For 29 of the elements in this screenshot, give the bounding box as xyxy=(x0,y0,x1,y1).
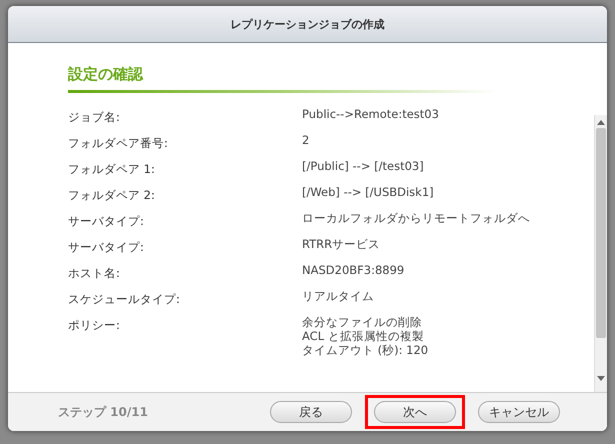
step-indicator: ステップ 10/11 xyxy=(58,404,149,420)
field-value: [/Web] --> [/USBDisk1] xyxy=(302,185,434,199)
dialog-button[interactable]: キャンセル xyxy=(478,401,560,423)
field-value: 2 xyxy=(302,133,310,147)
window-title: レプリケーションジョブの作成 xyxy=(8,6,607,43)
section-title: 設定の確認 xyxy=(68,65,144,85)
field-value: RTRRサービス xyxy=(302,237,380,251)
field-label: サーバタイプ: xyxy=(68,239,145,256)
field-value: ローカルフォルダからリモートフォルダへ xyxy=(302,211,530,225)
dialog-button[interactable]: 戻る xyxy=(270,401,352,423)
scrollbar[interactable] xyxy=(594,115,607,392)
field-value: NASD20BF3:8899 xyxy=(302,263,404,277)
field-value: [/Public] --> [/test03] xyxy=(302,159,424,173)
scroll-down-icon[interactable] xyxy=(597,376,605,382)
field-value: Public-->Remote:test03 xyxy=(302,107,439,121)
field-label: スケジュールタイプ: xyxy=(68,291,181,308)
field-value: 余分なファイルの削除 xyxy=(302,315,423,329)
scroll-up-icon[interactable] xyxy=(597,119,605,125)
field-label: フォルダペア番号: xyxy=(68,135,169,152)
field-value: ACL と拡張属性の複製 xyxy=(302,329,425,343)
field-value: リアルタイム xyxy=(302,289,374,303)
field-label: ジョブ名: xyxy=(68,109,121,126)
field-value: タイムアウト (秒): 120 xyxy=(302,343,428,357)
field-label: ホスト名: xyxy=(68,265,121,282)
field-label: ポリシー: xyxy=(68,317,121,334)
field-label: フォルダペア 1: xyxy=(68,161,156,178)
field-label: フォルダペア 2: xyxy=(68,187,156,204)
dialog-button[interactable]: 次へ xyxy=(374,401,456,423)
field-label: サーバタイプ: xyxy=(68,213,145,230)
